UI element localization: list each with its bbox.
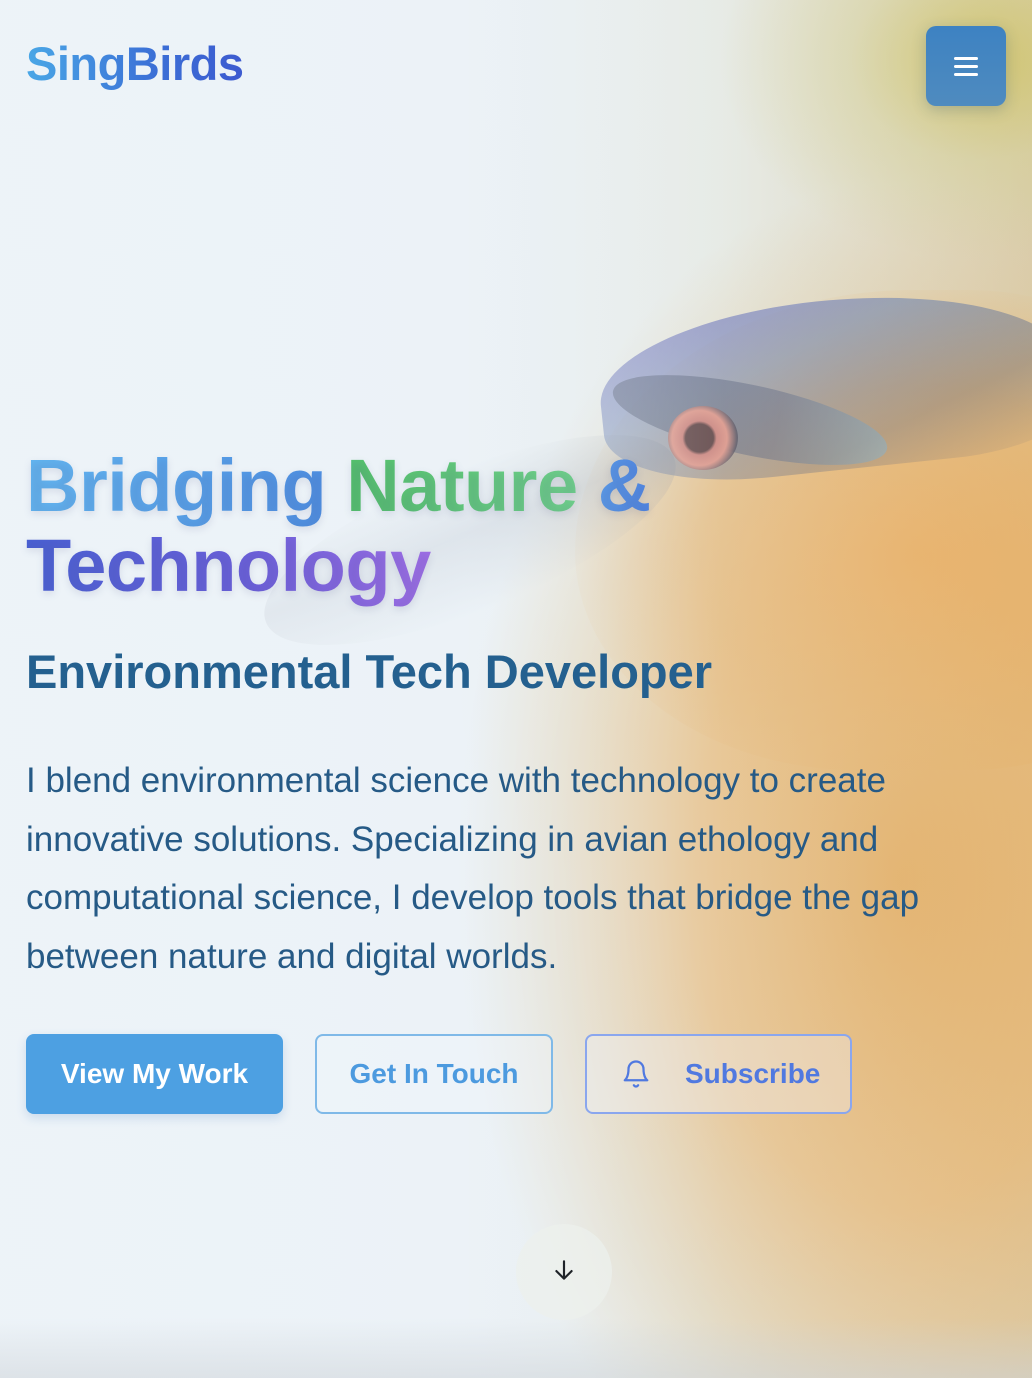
menu-button[interactable] <box>926 26 1006 106</box>
subscribe-button[interactable]: Subscribe <box>585 1034 852 1114</box>
view-my-work-label: View My Work <box>60 1058 249 1089</box>
hero-subtitle: Environmental Tech Developer <box>26 645 713 698</box>
hero-bottom-fade <box>0 1318 1032 1378</box>
headline-ampersand: & <box>597 444 651 527</box>
site-logo[interactable]: SingBirds <box>26 36 244 92</box>
headline-word-nature: Nature <box>346 444 578 527</box>
view-my-work-button[interactable]: View My Work <box>26 1034 283 1114</box>
bell-icon <box>621 1059 651 1089</box>
scroll-down-button[interactable] <box>516 1224 612 1320</box>
headline-word-bridging: Bridging <box>26 444 327 527</box>
get-in-touch-button[interactable]: Get In Touch <box>315 1034 553 1114</box>
arrow-down-icon <box>551 1257 577 1287</box>
headline-word-technology: Technology <box>26 524 431 607</box>
subscribe-label: Subscribe <box>685 1058 821 1089</box>
get-in-touch-label: Get In Touch <box>349 1058 519 1089</box>
hero-headline: Bridging Nature & Technology <box>26 446 786 606</box>
hero-description: I blend environmental science with techn… <box>26 761 920 976</box>
hamburger-menu-icon <box>954 57 978 76</box>
